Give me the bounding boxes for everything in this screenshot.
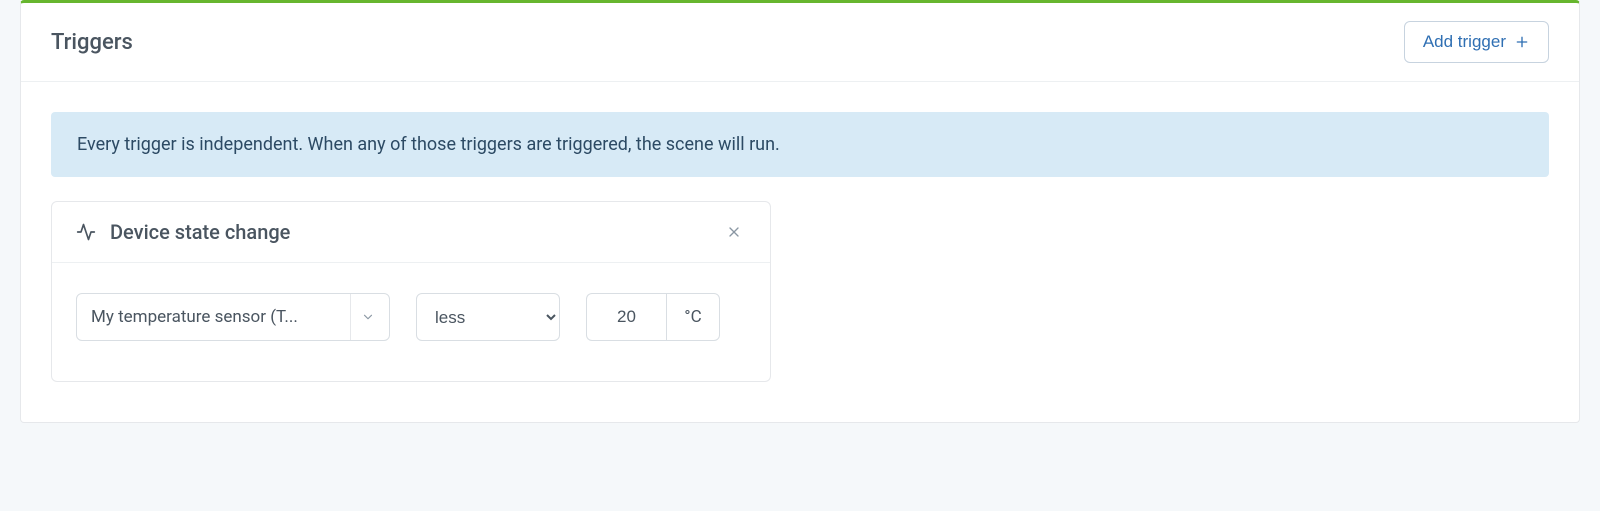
remove-trigger-button[interactable] [722,220,746,244]
add-trigger-button[interactable]: Add trigger [1404,21,1549,63]
threshold-value-input[interactable] [586,293,666,341]
trigger-card-header: Device state change [52,202,770,263]
panel-body: Every trigger is independent. When any o… [21,82,1579,382]
trigger-card-title-wrap: Device state change [76,220,290,244]
device-select-label: My temperature sensor (T... [91,307,350,327]
panel-title: Triggers [51,30,133,55]
chevron-down-icon [361,310,375,324]
unit-label: °C [666,293,720,341]
close-icon [726,224,742,240]
info-banner: Every trigger is independent. When any o… [51,112,1549,177]
panel-header: Triggers Add trigger [21,3,1579,82]
device-select[interactable]: My temperature sensor (T... [76,293,390,341]
add-trigger-label: Add trigger [1423,32,1506,52]
value-input-group: °C [586,293,720,341]
trigger-card-title: Device state change [110,220,290,244]
plus-icon [1514,34,1530,50]
activity-icon [76,222,96,242]
triggers-panel: Triggers Add trigger Every trigger is in… [20,0,1580,423]
operator-select[interactable]: lessequalmore [416,293,560,341]
trigger-card-body: My temperature sensor (T... lessequalmor… [52,263,770,381]
trigger-card: Device state change My temperature senso… [51,201,771,382]
device-select-chevron-wrap [350,294,375,340]
